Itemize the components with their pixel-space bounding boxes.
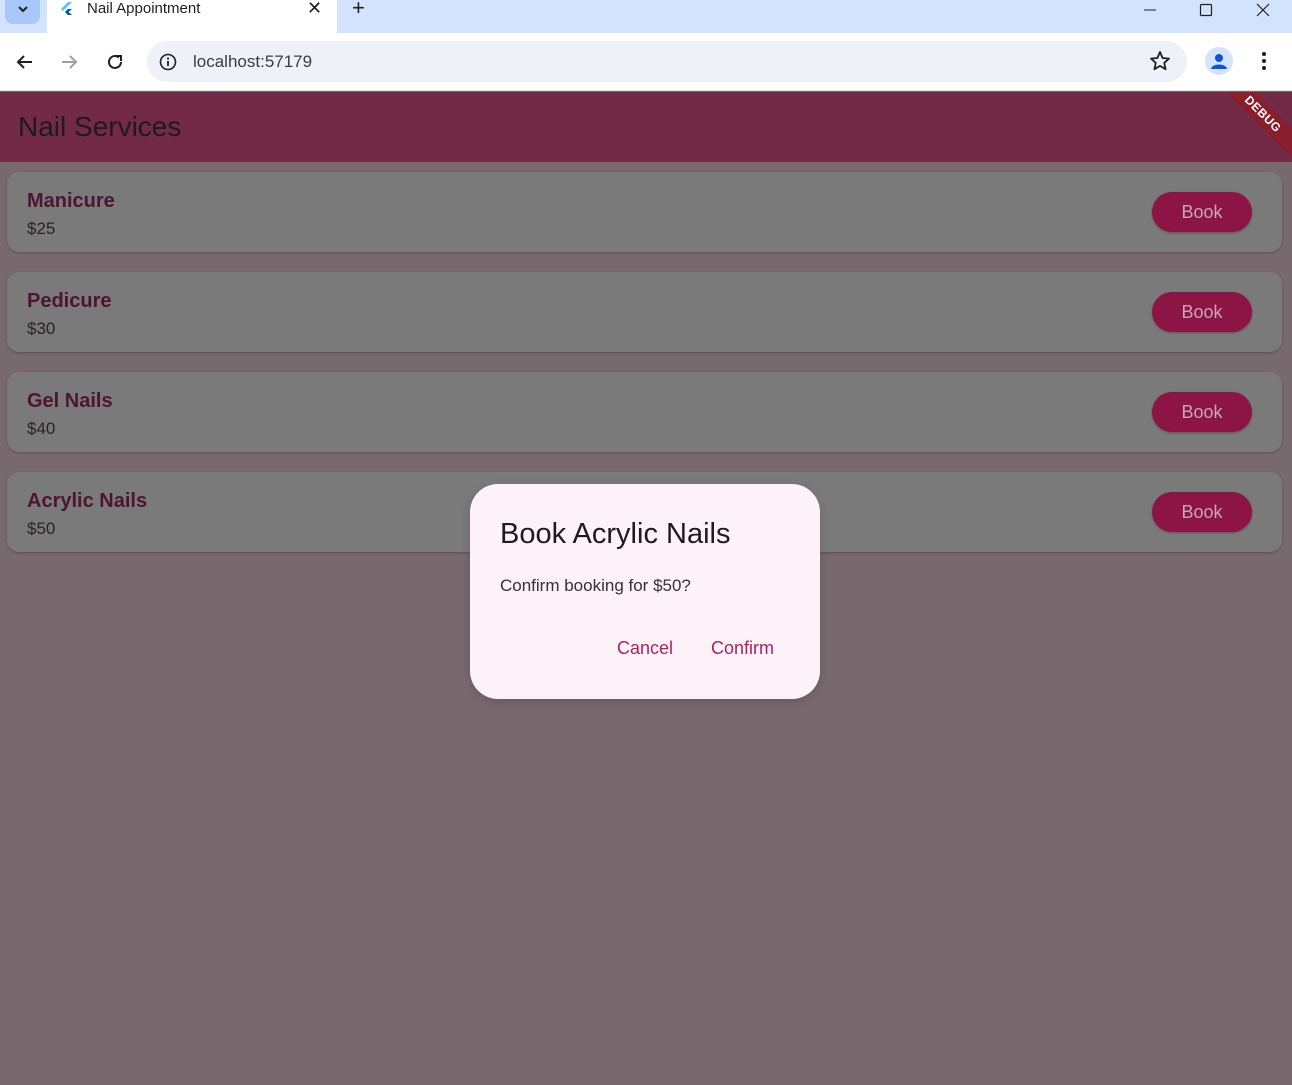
service-card-manicure: Manicure $25 Book bbox=[7, 172, 1282, 252]
service-price: $40 bbox=[27, 419, 56, 438]
browser-toolbar: localhost:57179 bbox=[0, 33, 1292, 91]
service-price: $50 bbox=[27, 519, 56, 538]
reload-icon[interactable] bbox=[100, 47, 130, 77]
dialog-message: Confirm booking for $50? bbox=[500, 576, 691, 595]
book-button[interactable]: Book bbox=[1152, 192, 1252, 232]
service-name: Acrylic Nails bbox=[27, 490, 148, 512]
dialog-title: Book Acrylic Nails bbox=[500, 518, 731, 550]
address-bar[interactable]: localhost:57179 bbox=[147, 41, 1187, 82]
book-button[interactable]: Book bbox=[1152, 292, 1252, 332]
flutter-favicon-icon bbox=[59, 1, 75, 17]
debug-banner: DEBUG bbox=[1217, 92, 1292, 160]
service-name: Gel Nails bbox=[27, 390, 113, 412]
service-price: $25 bbox=[27, 219, 56, 238]
maximize-icon[interactable] bbox=[1183, 0, 1229, 20]
cancel-button[interactable]: Cancel bbox=[617, 637, 673, 659]
tab-title: Nail Appointment bbox=[87, 0, 201, 17]
back-icon[interactable] bbox=[10, 47, 40, 77]
tab-search-icon[interactable] bbox=[5, 0, 40, 24]
profile-icon[interactable] bbox=[1205, 47, 1233, 75]
app-bar: Nail Services DEBUG bbox=[0, 92, 1292, 162]
minimize-icon[interactable] bbox=[1127, 0, 1173, 20]
book-button[interactable]: Book bbox=[1152, 492, 1252, 532]
window-close-icon[interactable] bbox=[1240, 0, 1286, 20]
service-name: Manicure bbox=[27, 190, 115, 212]
info-icon[interactable] bbox=[157, 51, 179, 73]
service-price: $30 bbox=[27, 319, 56, 338]
book-button[interactable]: Book bbox=[1152, 392, 1252, 432]
star-icon[interactable] bbox=[1149, 50, 1171, 72]
browser-tab[interactable]: Nail Appointment ✕ bbox=[47, 0, 337, 33]
service-name: Pedicure bbox=[27, 290, 112, 312]
page-title: Nail Services bbox=[18, 111, 182, 142]
booking-dialog: Book Acrylic Nails Confirm booking for $… bbox=[470, 484, 820, 699]
close-icon[interactable]: ✕ bbox=[307, 0, 322, 17]
service-card-pedicure: Pedicure $30 Book bbox=[7, 272, 1282, 352]
confirm-button[interactable]: Confirm bbox=[711, 637, 774, 659]
menu-icon[interactable] bbox=[1252, 47, 1276, 75]
url-text: localhost:57179 bbox=[193, 52, 313, 71]
service-card-gel-nails: Gel Nails $40 Book bbox=[7, 372, 1282, 452]
plus-icon[interactable]: + bbox=[352, 0, 365, 19]
browser-tabstrip: Nail Appointment ✕ + bbox=[0, 0, 1292, 33]
forward-icon[interactable] bbox=[54, 47, 84, 77]
